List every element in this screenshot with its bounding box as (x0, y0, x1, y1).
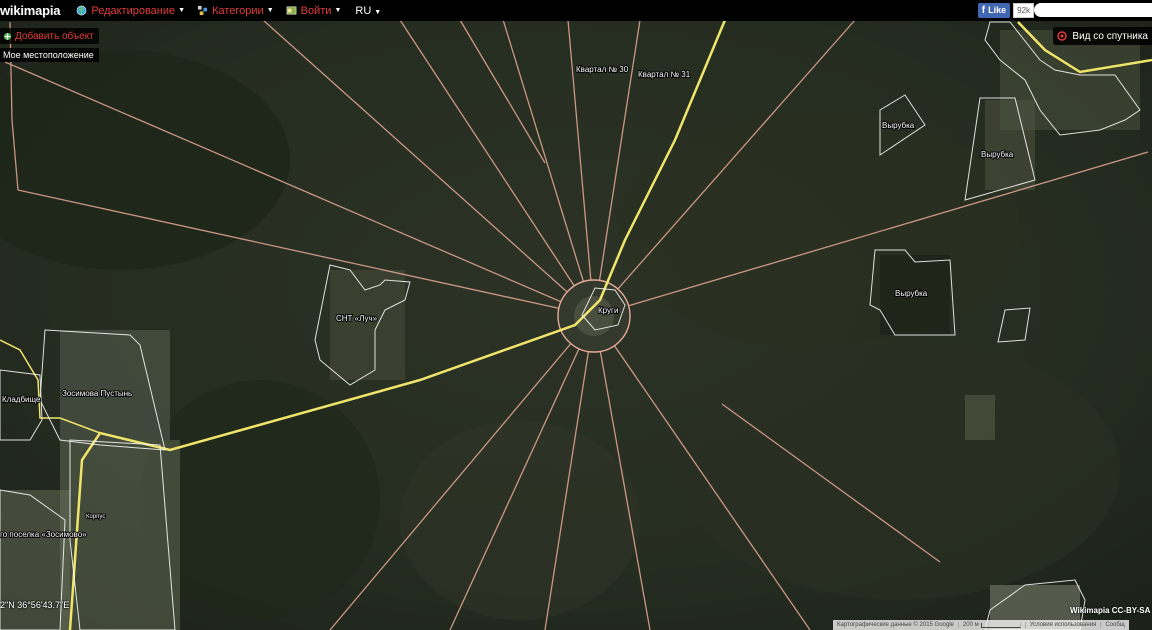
scale-bar-line (980, 622, 1021, 628)
globe-icon (76, 5, 87, 16)
label-posyolok[interactable]: го поселка «Зосимово» (0, 529, 88, 540)
facebook-icon: f (981, 4, 986, 16)
coordinates-readout: 2"N 36°56'43.7"E (0, 600, 70, 610)
top-bar: wikimapia Редактирование ▼ Категории ▼ В… (0, 0, 1152, 21)
label-zosimova-pustyn[interactable]: Зосимова Пустынь (61, 388, 133, 399)
facebook-like-count: 92k (1013, 2, 1034, 18)
label-vyrubka-2[interactable]: Вырубка (980, 149, 1015, 160)
menu-categories-label: Категории (212, 4, 264, 17)
label-vyrubka-3[interactable]: Вырубка (894, 288, 929, 299)
add-object-button[interactable]: Добавить объект (0, 28, 99, 44)
facebook-like[interactable]: f Like 92k (977, 2, 1034, 18)
license-label[interactable]: Wikimapia CC-BY-SA (1070, 606, 1150, 615)
feedback-link[interactable]: Сообщ (1101, 622, 1128, 628)
menu-categories[interactable]: Категории ▼ (197, 5, 274, 17)
chevron-down-icon: ▼ (374, 8, 382, 16)
label-snt-luch[interactable]: СНТ «Луч» (335, 313, 379, 324)
facebook-like-label: Like (988, 5, 1007, 15)
satellite-map[interactable]: Квартал № 30 Квартал № 31 Вырубка Вырубк… (0, 0, 1152, 630)
label-kladbishe[interactable]: Кладбище (1, 394, 42, 405)
map-data-credit: Картографические данные © 2015 Google (833, 622, 959, 628)
map-attribution: Картографические данные © 2015 Google 20… (833, 620, 1129, 630)
label-kvartal-31[interactable]: Квартал № 31 (637, 69, 692, 80)
label-kvartal-30[interactable]: Квартал № 30 (575, 64, 630, 75)
menu-login[interactable]: Войти ▼ (286, 4, 342, 17)
scale-bar: 200 м (959, 622, 1026, 628)
label-korpus[interactable]: Корпус (85, 513, 106, 521)
chevron-down-icon: ▼ (266, 7, 274, 14)
scale-label: 200 м (962, 622, 979, 628)
menu-login-label: Войти (300, 4, 332, 17)
login-icon (286, 6, 296, 15)
satellite-icon (1057, 31, 1068, 41)
search-input[interactable] (1034, 3, 1152, 17)
facebook-like-button[interactable]: f Like (977, 2, 1011, 18)
satellite-view-button[interactable]: Вид со спутника (1053, 27, 1152, 45)
satellite-view-label: Вид со спутника (1072, 30, 1148, 42)
menu-editing[interactable]: Редактирование ▼ (76, 5, 185, 17)
add-object-icon (3, 32, 12, 40)
my-location-button[interactable]: Мое местоположение (0, 48, 99, 62)
language-selector[interactable]: RU ▼ (355, 5, 381, 17)
chevron-down-icon: ▼ (178, 7, 186, 14)
chevron-down-icon: ▼ (334, 7, 342, 14)
terms-link[interactable]: Условия использования (1026, 622, 1102, 628)
add-object-label: Добавить объект (15, 30, 94, 42)
label-vyrubka-1[interactable]: Вырубка (881, 120, 916, 131)
menu-editing-label: Редактирование (91, 4, 176, 17)
my-location-label: Мое местоположение (3, 50, 94, 60)
language-label: RU (355, 4, 372, 17)
wikimapia-logo[interactable]: wikimapia (0, 3, 61, 18)
category-icon (197, 5, 208, 16)
label-krugi[interactable]: Круги (597, 305, 619, 316)
